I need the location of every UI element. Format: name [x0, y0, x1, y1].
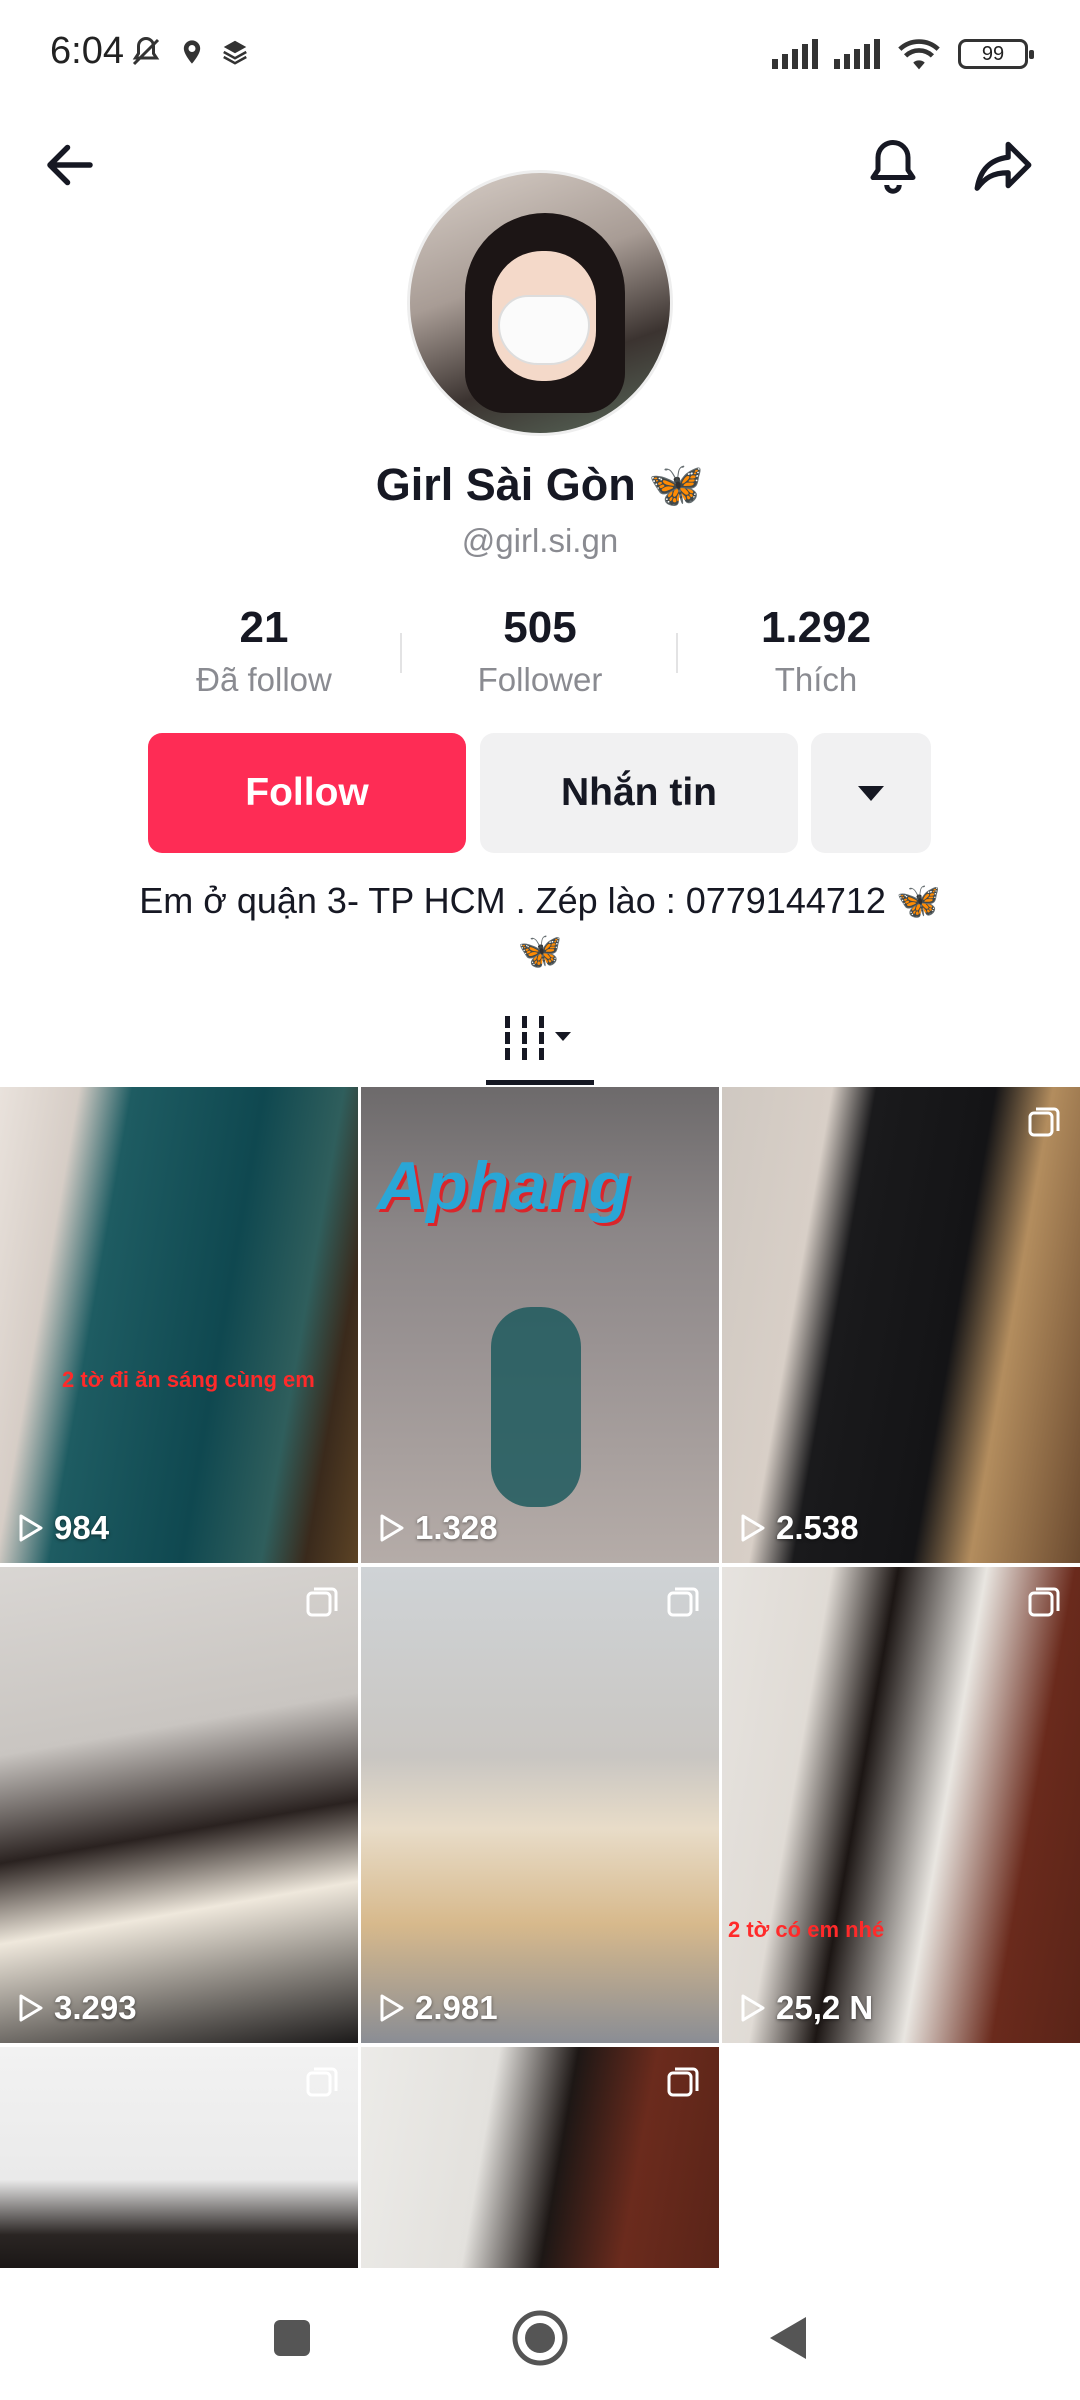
profile-stats: 21 Đã follow 505 Follower 1.292 Thích	[0, 603, 1080, 703]
recent-apps-icon	[274, 2320, 310, 2356]
message-button[interactable]: Nhắn tin	[480, 733, 798, 853]
video-tile[interactable]: 2 tờ đi ăn sáng cùng em 984	[0, 1087, 358, 1563]
stat-following-label: Đã follow	[196, 661, 332, 698]
more-options-button[interactable]	[811, 733, 931, 853]
multi-video-icon	[1028, 1107, 1060, 1137]
layers-icon	[223, 40, 247, 65]
video-overlay-text: 2 tờ có em nhé	[728, 1917, 885, 1942]
signal-icon	[772, 39, 818, 69]
video-view-count: 3.293	[54, 1989, 137, 2026]
battery-icon: 99	[958, 39, 1034, 69]
bio-line: 🦋	[517, 930, 563, 971]
status-bar: 6:04 99	[0, 0, 1080, 110]
back-arrow-icon	[47, 144, 93, 186]
system-back-icon	[770, 2317, 806, 2359]
play-icon	[741, 1994, 765, 2022]
home-icon	[512, 2310, 568, 2366]
recent-apps-button[interactable]	[252, 2298, 332, 2378]
status-time: 6:04	[50, 30, 124, 72]
video-overlay-text: 2 tờ đi ăn sáng cùng em	[62, 1367, 315, 1392]
video-tile[interactable]	[361, 2047, 719, 2268]
play-icon	[741, 1514, 765, 1542]
video-tile[interactable]: 2 tờ có em nhé 25,2 N	[722, 1567, 1080, 2043]
video-overlay-text: Aphang	[377, 1148, 631, 1224]
multi-video-icon	[667, 2067, 699, 2097]
location-icon	[183, 40, 201, 64]
avatar[interactable]	[407, 170, 673, 436]
home-button[interactable]	[500, 2298, 580, 2378]
stat-divider	[400, 633, 402, 673]
bell-icon	[870, 140, 916, 194]
stat-likes-value: 1.292	[760, 603, 872, 652]
stat-following[interactable]: 21 Đã follow	[144, 603, 384, 699]
bio: Em ở quận 3- TP HCM . Zép lào : 07791447…	[60, 876, 1020, 976]
share-icon	[974, 141, 1032, 191]
video-view-count: 984	[54, 1509, 110, 1546]
notification-button[interactable]	[853, 125, 933, 205]
system-nav-bar	[0, 2268, 1080, 2400]
video-tile[interactable]: 3.293	[0, 1567, 358, 2043]
stat-following-value: 21	[239, 603, 289, 652]
multi-video-icon	[306, 2067, 338, 2097]
video-view-count: 25,2 N	[776, 1989, 874, 2026]
dropdown-caret-icon	[858, 786, 884, 801]
grid-view-icon	[505, 1016, 571, 1060]
share-button[interactable]	[963, 125, 1043, 205]
video-view-count: 2.981	[415, 1989, 498, 2026]
video-tile[interactable]: 2.981	[361, 1567, 719, 2043]
play-icon	[19, 1994, 43, 2022]
multi-video-icon	[1028, 1587, 1060, 1617]
signal-icon-2	[834, 39, 880, 69]
tab-indicator	[486, 1080, 594, 1085]
stat-likes-label: Thích	[774, 661, 858, 698]
play-icon	[380, 1994, 404, 2022]
back-button[interactable]	[30, 125, 110, 205]
follow-button[interactable]: Follow	[148, 733, 466, 853]
video-tile[interactable]: 2.538	[722, 1087, 1080, 1563]
username: @girl.si.gn	[461, 522, 619, 559]
mute-bell-icon	[132, 36, 160, 66]
video-tile[interactable]: Aphang 1.328	[361, 1087, 719, 1563]
wifi-icon	[898, 39, 940, 70]
multi-video-icon	[306, 1587, 338, 1617]
stat-followers[interactable]: 505 Follower	[420, 603, 660, 699]
stat-likes: 1.292 Thích	[696, 603, 936, 699]
display-name: Girl Sài Gòn 🦋	[375, 459, 705, 510]
bio-line: Em ở quận 3- TP HCM . Zép lào : 07791447…	[139, 880, 941, 921]
stat-divider	[676, 633, 678, 673]
video-view-count: 2.538	[776, 1509, 859, 1546]
multi-video-icon	[667, 1587, 699, 1617]
play-icon	[380, 1514, 404, 1542]
content-tabs	[0, 990, 1080, 1082]
tab-videos-grid[interactable]	[484, 990, 596, 1082]
video-tile[interactable]	[0, 2047, 358, 2268]
system-back-button[interactable]	[748, 2298, 828, 2378]
stat-followers-label: Follower	[477, 661, 603, 698]
stat-followers-value: 505	[503, 603, 577, 652]
play-icon	[19, 1514, 43, 1542]
video-view-count: 1.328	[415, 1509, 498, 1546]
